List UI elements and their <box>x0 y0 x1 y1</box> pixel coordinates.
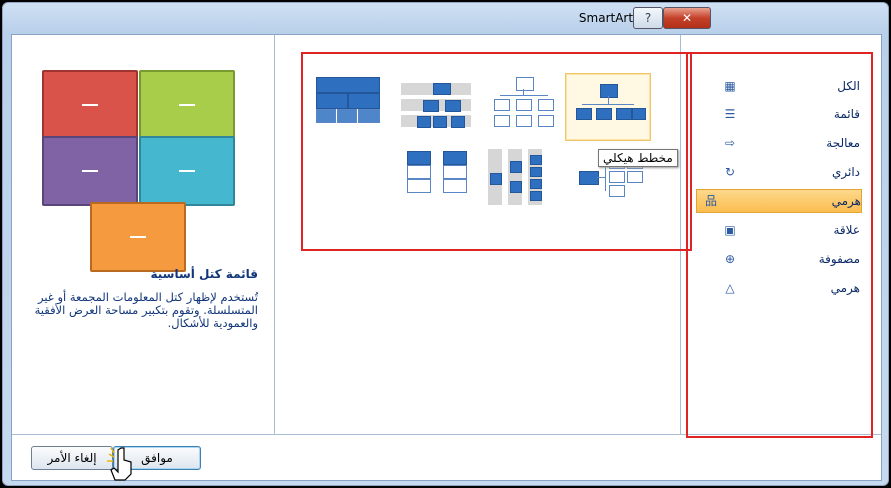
help-button[interactable]: ? <box>633 7 663 29</box>
cancel-button[interactable]: إلغاء الأمر <box>31 446 113 470</box>
title-bar[interactable]: اختيار رسم SmartArt ? ✕ <box>3 3 888 33</box>
preview-block-red <box>42 70 138 140</box>
preview-title: قائمة كتل أساسية <box>150 267 258 281</box>
preview-block-orange <box>90 202 186 272</box>
mouse-cursor-icon <box>107 447 132 481</box>
preview-description: تُستخدم لإظهار كتل المعلومات المجمعة أو … <box>34 290 258 330</box>
preview-block-teal <box>139 136 235 206</box>
annotation-box-categories <box>686 52 873 438</box>
preview-pane: قائمة كتل أساسية تُستخدم لإظهار كتل المع… <box>12 35 275 434</box>
preview-block-purple <box>42 136 138 206</box>
close-button[interactable]: ✕ <box>663 7 711 29</box>
preview-block-green <box>139 70 235 140</box>
annotation-box-gallery <box>301 52 692 251</box>
